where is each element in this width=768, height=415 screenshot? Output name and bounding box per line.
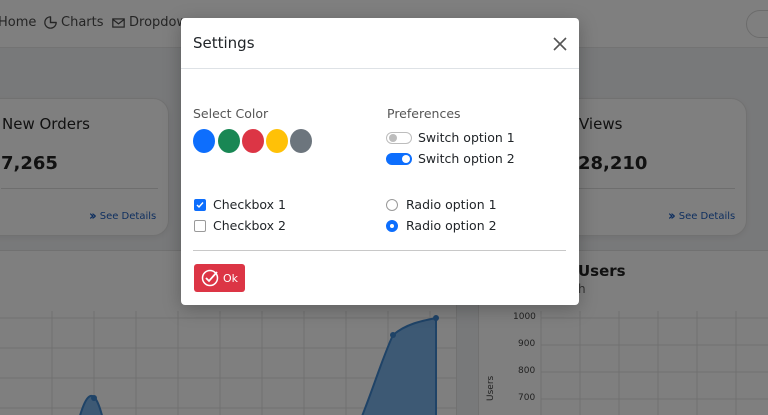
checkbox-1-label: Checkbox 1 bbox=[213, 197, 286, 212]
color-swatch-gray[interactable] bbox=[290, 129, 312, 153]
radio-option-2-label: Radio option 2 bbox=[406, 218, 497, 233]
switch-option-2-toggle[interactable] bbox=[386, 153, 412, 165]
color-swatch-green[interactable] bbox=[218, 129, 240, 153]
radio-option-1[interactable] bbox=[386, 199, 398, 211]
checkbox-2-label: Checkbox 2 bbox=[213, 218, 286, 233]
radio-option-2[interactable] bbox=[386, 220, 398, 232]
radio-option-1-label: Radio option 1 bbox=[406, 197, 497, 212]
settings-modal: Settings Select Color Preferences Switch… bbox=[181, 18, 579, 305]
color-swatch-yellow[interactable] bbox=[266, 129, 288, 153]
checkbox-2[interactable] bbox=[194, 220, 206, 232]
modal-header: Settings bbox=[181, 18, 579, 69]
ok-label: Ok bbox=[223, 271, 239, 285]
preferences-label: Preferences bbox=[387, 106, 461, 121]
color-swatch-red[interactable] bbox=[242, 129, 264, 153]
close-button[interactable] bbox=[549, 33, 571, 55]
check-icon bbox=[196, 202, 204, 209]
switch-option-1-label: Switch option 1 bbox=[418, 130, 515, 145]
modal-divider bbox=[193, 250, 566, 251]
checkbox-1[interactable] bbox=[194, 199, 206, 211]
color-swatch-blue[interactable] bbox=[193, 129, 215, 153]
modal-title: Settings bbox=[193, 34, 255, 52]
switch-option-2-label: Switch option 2 bbox=[418, 151, 515, 166]
ok-button[interactable]: Ok bbox=[194, 264, 245, 292]
close-icon bbox=[553, 37, 567, 51]
switch-option-1-toggle[interactable] bbox=[386, 132, 412, 144]
select-color-label: Select Color bbox=[193, 106, 269, 121]
check-circle-icon bbox=[201, 269, 219, 287]
